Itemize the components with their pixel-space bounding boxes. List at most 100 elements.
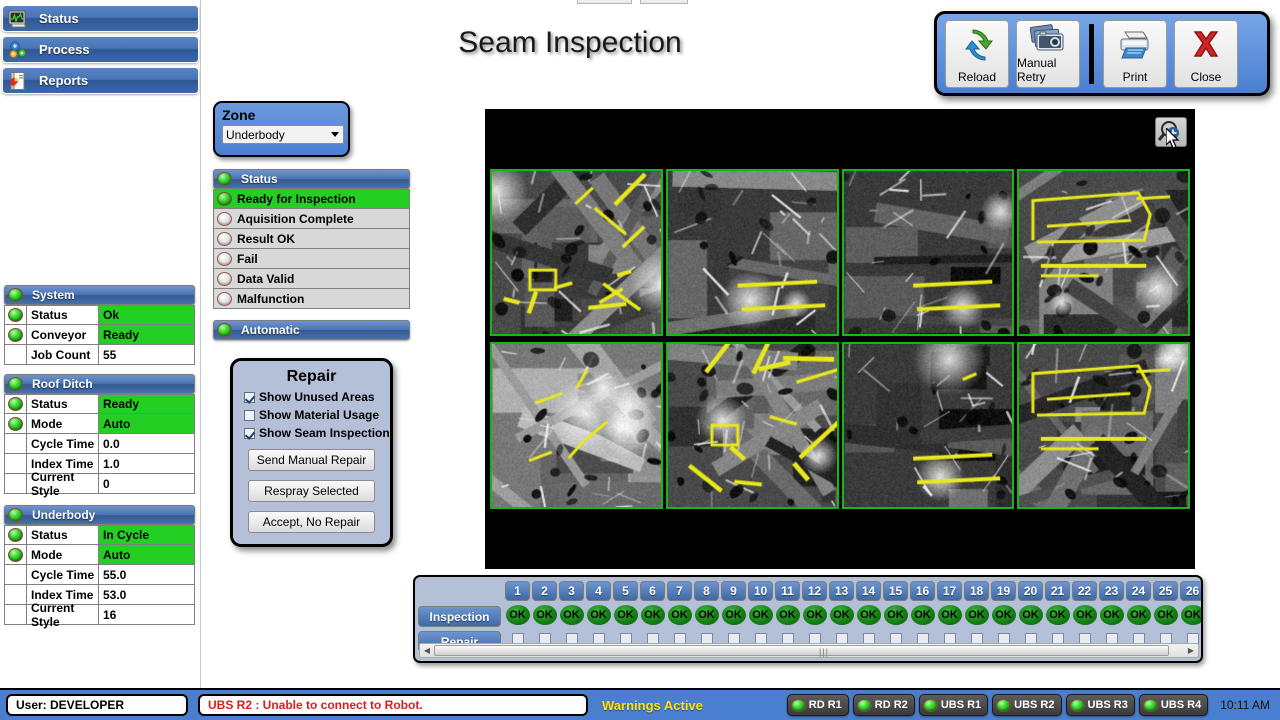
inspection-cell[interactable]: OK — [1018, 605, 1043, 625]
checkbox-box[interactable] — [244, 427, 255, 439]
inspection-cell[interactable]: OK — [559, 605, 584, 625]
column-header[interactable]: 4 — [586, 581, 611, 601]
inspection-cell[interactable]: OK — [532, 605, 557, 625]
column-header[interactable]: 13 — [829, 581, 854, 601]
inspection-cell[interactable]: OK — [505, 605, 530, 625]
column-header[interactable]: 22 — [1072, 581, 1097, 601]
repair-button-send-manual-repair[interactable]: Send Manual Repair — [248, 449, 375, 471]
column-header[interactable]: 5 — [613, 581, 638, 601]
inspection-cell[interactable]: OK — [640, 605, 665, 625]
scrollbar-grip: ||| — [819, 647, 830, 657]
inspection-cell[interactable]: OK — [586, 605, 611, 625]
column-header[interactable]: 12 — [802, 581, 827, 601]
camera-thumbnail-camera-2[interactable] — [665, 169, 839, 336]
inspection-cell[interactable]: OK — [829, 605, 854, 625]
toolbar-button-reload[interactable]: Reload — [945, 19, 1009, 88]
inspection-cell[interactable]: OK — [964, 605, 989, 625]
camera-thumbnail-camera-4[interactable] — [1017, 169, 1190, 336]
inspection-cell[interactable]: OK — [991, 605, 1016, 625]
column-header[interactable]: 1 — [505, 581, 530, 601]
inspection-cell[interactable]: OK — [1072, 605, 1097, 625]
camera-thumbnail-camera-8[interactable] — [1017, 342, 1190, 509]
inspection-cell[interactable]: OK — [748, 605, 773, 625]
inspection-result-badge: OK — [1018, 605, 1043, 625]
inspection-cell[interactable]: OK — [856, 605, 881, 625]
repair-checkbox-show-unused-areas[interactable]: Show Unused Areas — [244, 390, 390, 404]
checkbox-box[interactable] — [244, 409, 255, 421]
robot-indicator-rd-r2[interactable]: RD R2 — [852, 694, 915, 716]
column-header[interactable]: 15 — [883, 581, 908, 601]
repair-checkbox-show-seam-inspection[interactable]: Show Seam Inspection — [244, 426, 390, 440]
column-header[interactable]: 11 — [775, 581, 800, 601]
column-header[interactable]: 14 — [856, 581, 881, 601]
toolbar-button-manual-retry[interactable]: Manual Retry — [1016, 19, 1080, 88]
scroll-right-arrow[interactable]: ▶ — [1184, 646, 1198, 655]
magnifier-plus-icon[interactable] — [1155, 117, 1187, 147]
inspection-cell[interactable]: OK — [721, 605, 746, 625]
row-led-cell — [5, 585, 27, 604]
robot-indicator-ubs-r3[interactable]: UBS R3 — [1065, 694, 1135, 716]
checkbox-box[interactable] — [244, 391, 255, 403]
column-header[interactable]: 6 — [640, 581, 665, 601]
robot-indicator-rd-r1[interactable]: RD R1 — [786, 694, 849, 716]
column-header[interactable]: 20 — [1018, 581, 1043, 601]
robot-indicator-ubs-r1[interactable]: UBS R1 — [918, 694, 989, 716]
inspection-cell[interactable]: OK — [1180, 605, 1201, 625]
robot-indicator-ubs-r4[interactable]: UBS R4 — [1138, 694, 1209, 716]
column-header[interactable]: 26 — [1180, 581, 1201, 601]
repair-button-respray-selected[interactable]: Respray Selected — [248, 480, 375, 502]
user-field: User: DEVELOPER — [6, 694, 188, 716]
inspection-cell[interactable]: OK — [667, 605, 692, 625]
inspection-cell[interactable]: OK — [910, 605, 935, 625]
scrollbar-track[interactable]: ||| — [434, 645, 1184, 657]
tab-edge-left[interactable] — [577, 0, 632, 4]
inspection-cell[interactable]: OK — [1153, 605, 1178, 625]
column-header[interactable]: 10 — [748, 581, 773, 601]
results-row-label-inspection[interactable]: Inspection — [418, 606, 501, 627]
column-header[interactable]: 17 — [937, 581, 962, 601]
toolbar-button-print[interactable]: Print — [1103, 19, 1167, 88]
column-header[interactable]: 9 — [721, 581, 746, 601]
camera-thumbnail-camera-5[interactable] — [490, 342, 663, 509]
inspection-cell[interactable]: OK — [694, 605, 719, 625]
column-header[interactable]: 2 — [532, 581, 557, 601]
repair-checkbox-show-material-usage[interactable]: Show Material Usage — [244, 408, 390, 422]
inspection-cell[interactable]: OK — [613, 605, 638, 625]
scroll-left-arrow[interactable]: ◀ — [420, 646, 434, 655]
column-header[interactable]: 23 — [1099, 581, 1124, 601]
inspection-cell[interactable]: OK — [937, 605, 962, 625]
inspection-cell[interactable]: OK — [802, 605, 827, 625]
tab-edge-right[interactable] — [640, 0, 688, 4]
toolbar-button-close[interactable]: Close — [1174, 19, 1238, 88]
column-header[interactable]: 18 — [964, 581, 989, 601]
image-viewer — [485, 109, 1195, 569]
column-header[interactable]: 21 — [1045, 581, 1070, 601]
scrollbar-thumb[interactable] — [434, 645, 1169, 656]
inspection-cell[interactable]: OK — [883, 605, 908, 625]
column-header[interactable]: 16 — [910, 581, 935, 601]
nav-item-process[interactable]: Process — [2, 36, 199, 63]
column-header[interactable]: 19 — [991, 581, 1016, 601]
column-header[interactable]: 7 — [667, 581, 692, 601]
camera-thumbnail-camera-1[interactable] — [490, 169, 663, 336]
inspection-cell[interactable]: OK — [1045, 605, 1070, 625]
column-header[interactable]: 24 — [1126, 581, 1151, 601]
column-header[interactable]: 3 — [559, 581, 584, 601]
column-header[interactable]: 8 — [694, 581, 719, 601]
inspection-cell[interactable]: OK — [775, 605, 800, 625]
camera-thumbnail-camera-6[interactable] — [665, 342, 839, 509]
panel-title: Roof Ditch — [32, 377, 93, 391]
column-header[interactable]: 25 — [1153, 581, 1178, 601]
robot-indicator-ubs-r2[interactable]: UBS R2 — [992, 694, 1062, 716]
inspection-cell[interactable]: OK — [1099, 605, 1124, 625]
nav-item-status[interactable]: Status — [2, 5, 199, 32]
nav-item-reports[interactable]: Reports — [2, 67, 199, 94]
camera-thumbnail-camera-7[interactable] — [841, 342, 1015, 509]
zone-dropdown[interactable]: Underbody — [222, 125, 344, 144]
results-horizontal-scrollbar[interactable]: ◀ ||| ▶ — [419, 643, 1199, 658]
camera-thumbnail-camera-3[interactable] — [841, 169, 1015, 336]
inspection-cell[interactable]: OK — [1126, 605, 1151, 625]
alarm-message: UBS R2 : Unable to connect to Robot. — [198, 694, 588, 716]
repair-button-accept-no-repair[interactable]: Accept, No Repair — [248, 511, 375, 533]
inspection-result-badge: OK — [1045, 605, 1070, 625]
